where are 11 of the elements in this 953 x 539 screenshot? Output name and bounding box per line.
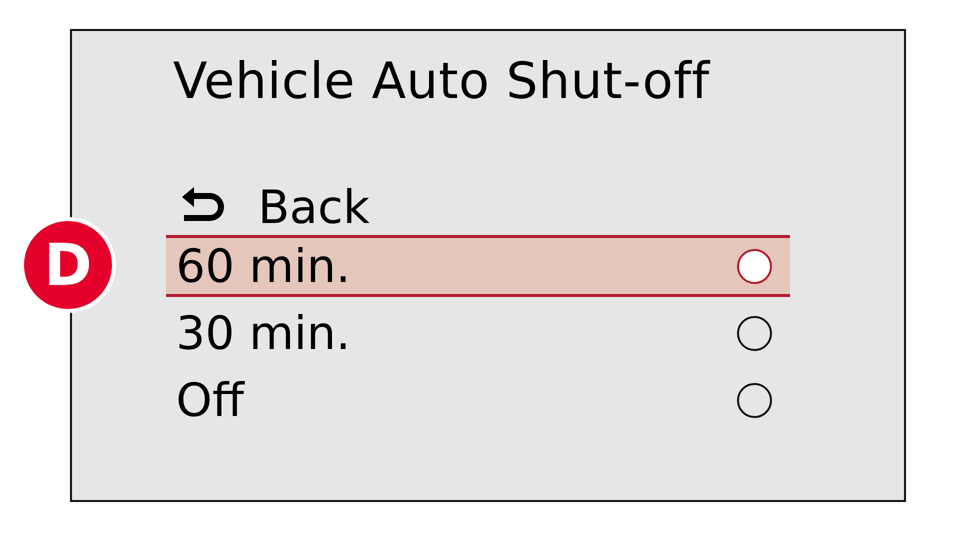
radio-button[interactable] (737, 248, 772, 284)
screen-title: Vehicle Auto Shut-off (173, 51, 712, 112)
option-label: Off (176, 373, 244, 427)
option-label: 60 min. (176, 239, 351, 293)
option-item[interactable]: Off (166, 369, 790, 431)
radio-button[interactable] (737, 382, 772, 418)
option-label: 30 min. (176, 306, 351, 360)
option-item[interactable]: 60 min. (166, 235, 790, 297)
radio-button[interactable] (737, 316, 772, 350)
back-button[interactable]: Back (166, 179, 376, 235)
option-item[interactable]: 30 min. (166, 302, 790, 364)
